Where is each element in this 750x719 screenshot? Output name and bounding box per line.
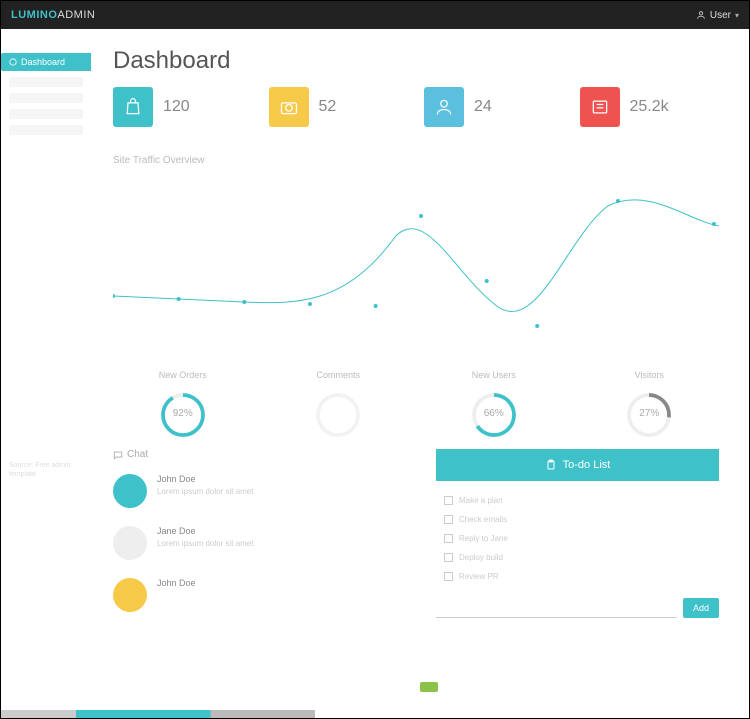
gauge-new-orders: New Orders 92%: [113, 370, 253, 419]
todo-item[interactable]: Reply to Jane: [436, 529, 719, 548]
stat-card[interactable]: 24: [424, 87, 564, 127]
chat-body: Lorem ipsum dolor sit amet: [157, 487, 253, 497]
gauge-ring-icon: [313, 390, 363, 440]
todo-item[interactable]: Review PR: [436, 567, 719, 586]
traffic-chart: [113, 176, 719, 346]
todo-item[interactable]: Make a plan: [436, 491, 719, 510]
top-navbar: LUMINOADMIN User ▾: [1, 1, 749, 29]
gauge-new-users: New Users 66%: [424, 370, 564, 419]
stat-value: 25.2k: [630, 98, 669, 116]
brand-part-a: LUMINO: [11, 9, 57, 21]
todo-panel: To-do List Make a plan Check emails Repl…: [436, 449, 719, 630]
checkbox-icon[interactable]: [444, 534, 453, 543]
newspaper-icon: [580, 87, 620, 127]
sidebar-item-placeholder[interactable]: [9, 93, 83, 103]
traffic-label: Site Traffic Overview: [113, 155, 719, 166]
user-menu[interactable]: User ▾: [696, 10, 739, 21]
bag-icon: [113, 87, 153, 127]
checkbox-icon[interactable]: [444, 496, 453, 505]
gauge-value: 92%: [113, 408, 253, 419]
gauge-visitors: Visitors 27%: [580, 370, 720, 419]
chat-body: Lorem ipsum dolor sit amet: [157, 539, 253, 549]
checkbox-icon[interactable]: [444, 515, 453, 524]
todo-text: Reply to Jane: [459, 534, 508, 543]
chat-panel: Chat John Doe Lorem ipsum dolor sit amet…: [113, 449, 396, 630]
camera-icon: [269, 87, 309, 127]
chat-header: Chat: [113, 449, 396, 460]
stat-card[interactable]: 25.2k: [580, 87, 720, 127]
checkbox-icon[interactable]: [444, 572, 453, 581]
sidebar-footnote: Source: Free admin template: [1, 461, 91, 479]
todo-text: Make a plan: [459, 496, 503, 505]
user-label: User: [710, 10, 731, 21]
add-todo-button[interactable]: Add: [683, 598, 719, 618]
chat-sender-name: Jane Doe: [157, 526, 253, 536]
gauge-label: Comments: [269, 370, 409, 380]
chat-message: John Doe Lorem ipsum dolor sit amet: [113, 474, 396, 508]
sidebar: Dashboard Source: Free admin template: [1, 29, 91, 700]
sidebar-item-dashboard[interactable]: Dashboard: [1, 53, 91, 71]
page-title: Dashboard: [113, 47, 719, 75]
gauge-value: 27%: [580, 408, 720, 419]
main-content: Dashboard 120 52 24 25.2k: [91, 29, 749, 700]
todo-text: Review PR: [459, 572, 499, 581]
chat-sender-name: John Doe: [157, 578, 196, 588]
avatar: [113, 578, 147, 612]
user-icon: [424, 87, 464, 127]
brand-part-b: ADMIN: [57, 9, 95, 21]
status-badge: [420, 682, 438, 692]
sidebar-item-placeholder[interactable]: [9, 109, 83, 119]
caret-down-icon: ▾: [735, 11, 739, 20]
sidebar-item-placeholder[interactable]: [9, 125, 83, 135]
avatar: [113, 474, 147, 508]
checkbox-icon[interactable]: [444, 553, 453, 562]
todo-text: Deploy build: [459, 553, 503, 562]
gauge-comments: Comments: [269, 370, 409, 419]
gauges-row: New Orders 92% Comments New Users 66% Vi…: [113, 370, 719, 419]
stat-card[interactable]: 120: [113, 87, 253, 127]
avatar: [113, 526, 147, 560]
stats-row: 120 52 24 25.2k: [113, 87, 719, 127]
brand-logo[interactable]: LUMINOADMIN: [11, 9, 95, 21]
stat-value: 24: [474, 98, 492, 116]
user-icon: [696, 10, 706, 20]
chat-message: John Doe: [113, 578, 396, 612]
todo-header-label: To-do List: [563, 459, 611, 471]
chat-sender-name: John Doe: [157, 474, 253, 484]
todo-header: To-do List: [436, 449, 719, 481]
sidebar-item-placeholder[interactable]: [9, 77, 83, 87]
gauge-value: 66%: [424, 408, 564, 419]
gauge-label: New Orders: [113, 370, 253, 380]
todo-text: Check emails: [459, 515, 507, 524]
bottom-strip: [1, 710, 749, 718]
clipboard-icon: [545, 459, 557, 471]
chat-message: Jane Doe Lorem ipsum dolor sit amet: [113, 526, 396, 560]
todo-input[interactable]: [436, 599, 677, 618]
todo-item[interactable]: Check emails: [436, 510, 719, 529]
gauge-label: Visitors: [580, 370, 720, 380]
gauge-label: New Users: [424, 370, 564, 380]
stat-card[interactable]: 52: [269, 87, 409, 127]
chat-icon: [113, 450, 123, 460]
todo-item[interactable]: Deploy build: [436, 548, 719, 567]
stat-value: 120: [163, 98, 190, 116]
sidebar-item-label: Dashboard: [21, 57, 65, 67]
chat-header-label: Chat: [127, 449, 148, 460]
stat-value: 52: [319, 98, 337, 116]
circle-icon: [9, 58, 17, 66]
